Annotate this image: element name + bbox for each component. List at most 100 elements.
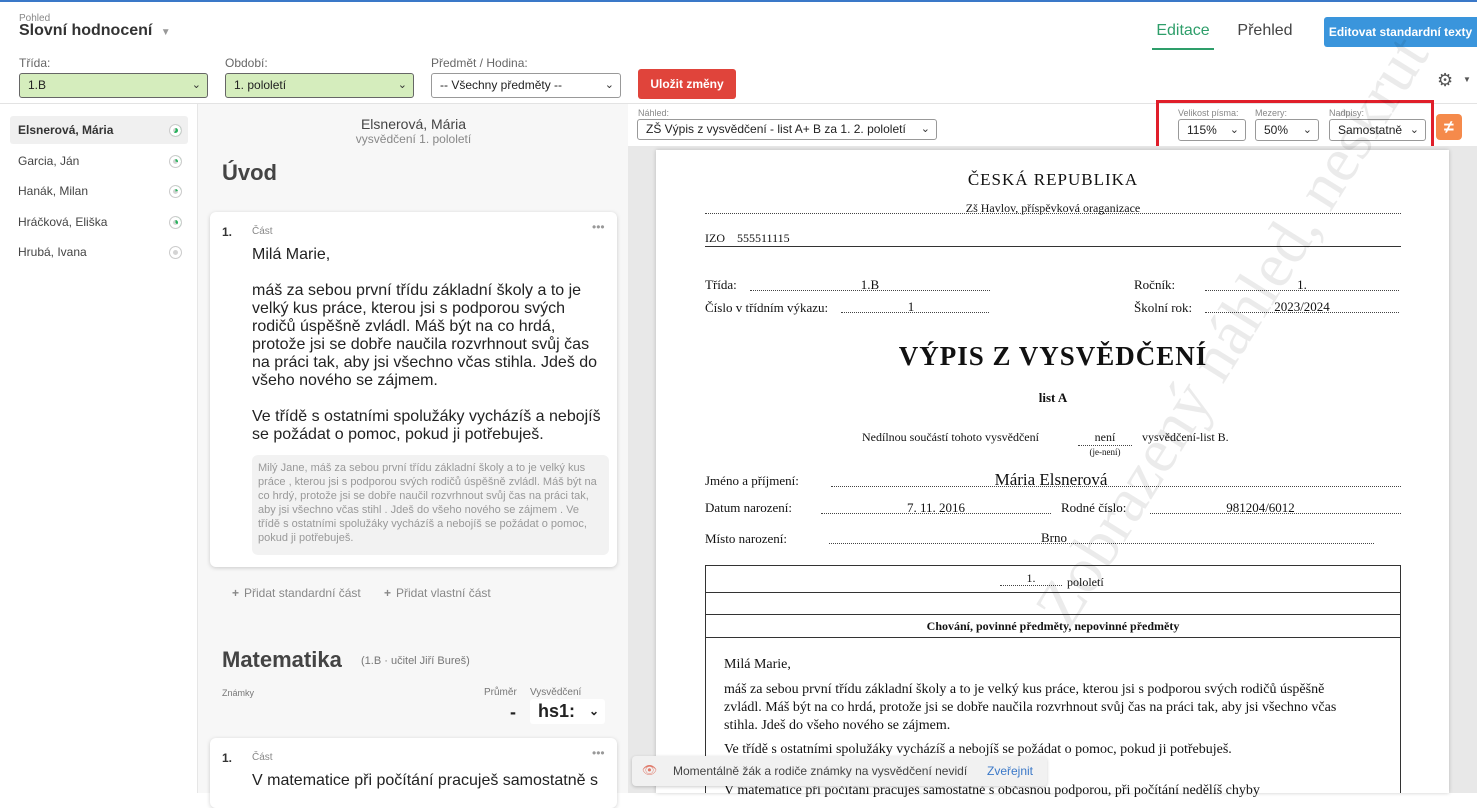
doc-rc: 981204/6012: [1226, 500, 1295, 515]
gear-icon[interactable]: ⚙: [1437, 70, 1453, 91]
chevron-down-icon: ⌄: [920, 123, 930, 135]
headings-label: Nadpisy:: [1329, 108, 1365, 118]
student-name: Hanák, Milan: [18, 184, 89, 198]
section-math-heading: Matematika: [222, 647, 342, 672]
standard-text-box: Milý Jane, máš za sebou první třídu zákl…: [252, 455, 609, 555]
student-item[interactable]: Elsnerová, Mária: [10, 116, 188, 144]
doc-name: Mária Elsnerová: [994, 470, 1108, 489]
not-equal-icon[interactable]: ≠: [1436, 114, 1462, 140]
doc-class: 1.B: [860, 277, 880, 292]
doc-izo: 555511115: [737, 231, 790, 245]
part-label: Část: [252, 226, 273, 237]
doc-place-label: Místo narození:: [705, 531, 787, 546]
chevron-down-icon: ▼: [160, 27, 171, 38]
student-name: Elsnerová, Mária: [18, 123, 114, 137]
more-options-icon[interactable]: •••: [592, 220, 605, 234]
tab-edit[interactable]: Editace: [1152, 18, 1214, 50]
average-label: Průměr: [484, 687, 517, 698]
student-item[interactable]: Garcia, Ján: [10, 147, 188, 175]
add-custom-part-button[interactable]: + Přidat vlastní část: [384, 586, 491, 600]
part-paragraph-1[interactable]: máš za sebou první třídu základní školy …: [252, 282, 602, 390]
doc-num-label: Číslo v třídním výkazu:: [705, 300, 829, 315]
math-info: (1.B · učitel Jiří Bureš): [361, 655, 470, 667]
publish-notice: 👁 Momentálně žák a rodiče známky na vysv…: [632, 756, 1047, 786]
student-list: Elsnerová, Mária Garcia, Ján Hanák, Milan H…: [0, 104, 198, 793]
part2-label: Část: [252, 752, 273, 763]
save-changes-button[interactable]: Uložit změny: [638, 69, 736, 99]
student-item[interactable]: Hrubá, Ivana: [10, 238, 188, 266]
report-label: Vysvědčení: [530, 687, 582, 698]
doc-subjects-header: Chování, povinné předměty, nepovinné pře…: [926, 619, 1180, 633]
top-accent-line: [0, 0, 1477, 2]
standard-text: Milý Jane, máš za sebou první třídu zákl…: [258, 462, 597, 544]
font-size-value: 115%: [1187, 123, 1217, 137]
doc-period-num: 1.: [1026, 571, 1036, 585]
tab-overview-label: Přehled: [1237, 22, 1293, 39]
eye-off-icon: 👁: [642, 763, 658, 777]
publish-link[interactable]: Zveřejnit: [987, 764, 1033, 778]
subject-select[interactable]: -- Všechny předměty -- ⌄: [431, 73, 621, 98]
headings-select[interactable]: Samostatně ⌄: [1329, 119, 1426, 141]
chevron-down-icon: ⌄: [1229, 124, 1239, 136]
part2-text[interactable]: V matematice při počítání pracuješ samos…: [252, 772, 602, 790]
period-value: 1. pololetí: [234, 78, 287, 92]
class-label: Třída:: [19, 56, 51, 70]
report-grade-select[interactable]: hs1: ⌄: [530, 699, 605, 724]
doc-note-pre: Nedílnou součástí tohoto vysvědčení: [862, 430, 1039, 444]
chevron-down-icon: ⌄: [604, 79, 614, 91]
doc-country: ČESKÁ REPUBLIKA: [967, 170, 1139, 189]
add-standard-label: Přidat standardní část: [244, 586, 361, 600]
chevron-down-icon: ⌄: [588, 704, 599, 718]
tab-edit-label: Editace: [1156, 22, 1210, 39]
doc-rc-label: Rodné číslo:: [1061, 500, 1127, 515]
student-name: Hrubá, Ivana: [18, 245, 87, 259]
plus-icon: +: [384, 586, 392, 600]
spacing-value: 50%: [1264, 123, 1289, 137]
progress-pie-icon: [169, 215, 182, 229]
preview-template-select[interactable]: ZŠ Výpis z vysvědčení - list A+ B za 1. …: [637, 119, 937, 140]
student-name: Garcia, Ján: [18, 153, 80, 168]
doc-class-label: Třída:: [705, 277, 737, 292]
spacing-select[interactable]: 50% ⌄: [1255, 119, 1319, 141]
font-size-label: Velikost písma:: [1178, 108, 1239, 118]
student-item[interactable]: Hráčková, Eliška: [10, 208, 188, 236]
subject-value: -- Všechny předměty --: [440, 78, 563, 92]
doc-period-word: pololetí: [1067, 575, 1104, 589]
preview-label: Náhled:: [638, 108, 670, 118]
doc-izo-line: [705, 246, 1401, 247]
edit-standard-texts-button[interactable]: Editovat standardní texty: [1324, 17, 1477, 47]
chevron-down-icon: ⌄: [397, 79, 407, 91]
view-selector[interactable]: Slovní hodnocení ▼: [19, 22, 171, 40]
font-size-select[interactable]: 115% ⌄: [1178, 119, 1246, 141]
class-value: 1.B: [28, 78, 47, 92]
more-options-icon[interactable]: •••: [592, 746, 605, 760]
part-paragraph-2[interactable]: Ve třídě s ostatními spolužáky vycházíš …: [252, 408, 602, 444]
doc-birth-label: Datum narození:: [705, 500, 792, 515]
doc-place: Brno: [1041, 530, 1067, 545]
editor-subtitle: vysvědčení 1. pololetí: [355, 132, 472, 146]
doc-greeting: Milá Marie,: [724, 657, 791, 672]
add-standard-part-button[interactable]: + Přidat standardní část: [232, 586, 361, 600]
tab-overview[interactable]: Přehled: [1230, 18, 1300, 50]
class-select[interactable]: 1.B ⌄: [19, 73, 208, 98]
chevron-down-icon[interactable]: ▼: [1463, 75, 1471, 84]
part-greeting[interactable]: Milá Marie,: [252, 246, 602, 264]
period-select[interactable]: 1. pololetí ⌄: [225, 73, 414, 98]
student-name: Hráčková, Eliška: [18, 214, 108, 229]
doc-school-year-label: Školní rok:: [1134, 300, 1193, 315]
doc-table-row-line: [705, 614, 1401, 615]
doc-table-row-line: [705, 637, 1401, 638]
editor-student-name: Elsnerová, Mária: [360, 116, 467, 132]
report-grade-value: hs1:: [538, 701, 576, 721]
doc-list: list A: [1038, 390, 1068, 405]
grades-label: Známky: [222, 688, 255, 698]
part2-number: 1.: [222, 751, 233, 765]
doc-year-label: Ročník:: [1134, 277, 1176, 292]
add-custom-label: Přidat vlastní část: [396, 586, 491, 600]
progress-pie-icon: [169, 185, 182, 198]
part-number: 1.: [222, 225, 233, 239]
doc-name-label: Jméno a příjmení:: [705, 473, 799, 488]
view-title: Slovní hodnocení: [19, 22, 153, 39]
student-item[interactable]: Hanák, Milan: [10, 177, 188, 205]
period-label: Období:: [225, 56, 268, 70]
